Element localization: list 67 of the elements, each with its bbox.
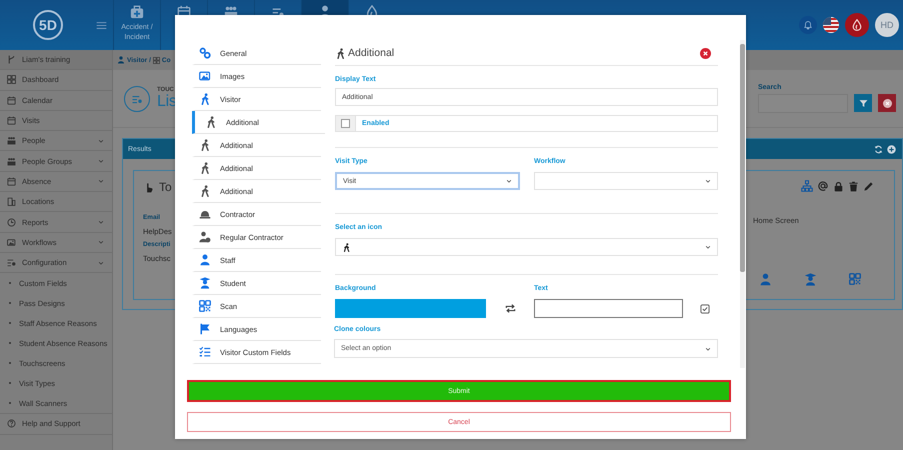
gears-icon — [199, 47, 211, 59]
filter-icon — [858, 98, 868, 108]
calendar-icon — [7, 96, 16, 105]
filter-button[interactable] — [854, 94, 872, 112]
scrollbar[interactable] — [740, 40, 745, 368]
people-icon — [7, 156, 16, 166]
trash-icon — [848, 180, 859, 192]
at-icon — [817, 180, 829, 192]
chevron-icon — [705, 178, 711, 184]
grid-icon — [7, 75, 16, 84]
flag-icon — [199, 323, 211, 335]
walking-person-icon — [199, 93, 211, 105]
app-logo[interactable]: 5D — [33, 10, 63, 40]
menu-icon[interactable] — [96, 20, 107, 30]
building-icon — [7, 197, 16, 206]
flag-icon[interactable] — [823, 17, 839, 33]
card-title: To — [159, 180, 172, 194]
person-icon — [117, 56, 125, 64]
person-add-icon — [199, 231, 211, 243]
sitemap-icon — [801, 180, 813, 192]
bell-icon — [803, 20, 813, 30]
drop-icon — [851, 19, 863, 31]
person-icon — [759, 273, 772, 286]
tile-icon — [130, 5, 144, 19]
swap-icon — [504, 303, 516, 314]
background-color-swatch[interactable] — [335, 299, 486, 318]
add-icon — [887, 144, 896, 154]
help-icon — [7, 419, 16, 428]
grid-icon — [152, 56, 160, 64]
hard-hat-icon — [199, 208, 211, 220]
walking-person-icon — [199, 139, 211, 151]
close-button[interactable] — [700, 48, 711, 58]
chevron-icon — [705, 346, 711, 352]
walking-person-icon — [335, 48, 346, 58]
images-icon — [7, 238, 16, 247]
close-icon — [882, 98, 892, 108]
walking-person-icon — [205, 116, 217, 128]
clock-icon — [7, 218, 16, 227]
walking-person-icon — [342, 242, 351, 252]
qr-icon — [199, 300, 211, 312]
images-icon — [199, 70, 211, 82]
calendar-icon — [7, 176, 16, 186]
enabled-checkbox[interactable] — [341, 119, 350, 128]
chevron-icon — [705, 244, 711, 250]
chevron-icon — [506, 178, 512, 184]
close-icon — [700, 48, 711, 58]
check-square-icon — [700, 304, 710, 314]
checklist-icon — [199, 346, 211, 358]
pencil-icon — [863, 180, 874, 192]
walking-person-icon — [199, 185, 211, 197]
people-icon — [7, 136, 16, 146]
sliders-icon — [7, 258, 16, 268]
alert-button[interactable] — [845, 13, 869, 37]
student-icon — [804, 273, 817, 286]
walking-person-icon — [199, 162, 211, 174]
user-avatar[interactable]: HD — [875, 13, 899, 37]
refresh-icon — [874, 144, 883, 154]
person-icon — [199, 254, 211, 266]
student-icon — [199, 277, 211, 289]
clear-button[interactable] — [878, 94, 896, 112]
notifications-button[interactable] — [799, 16, 817, 34]
lock-icon — [833, 180, 844, 192]
text-color-field[interactable] — [534, 299, 683, 318]
qr-icon — [849, 273, 861, 285]
modal-title: Additional — [348, 47, 396, 59]
branch-icon — [7, 55, 16, 64]
calendar-icon — [7, 116, 16, 126]
